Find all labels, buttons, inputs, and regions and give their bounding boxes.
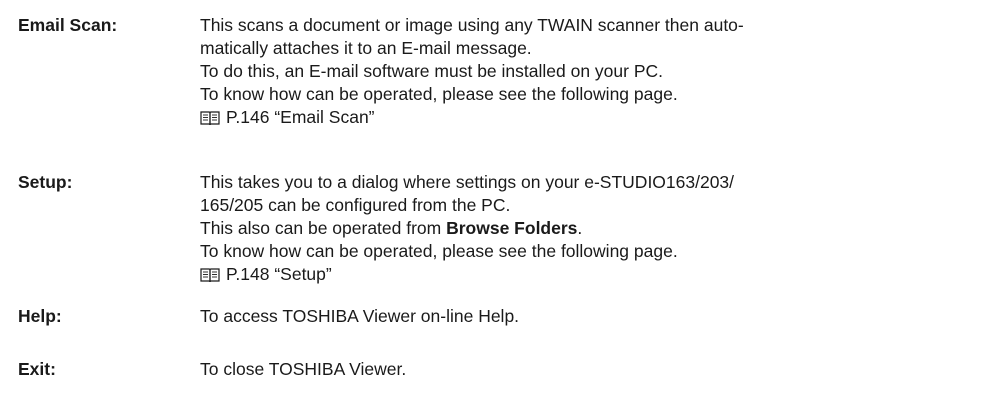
book-reference-icon [200, 109, 220, 132]
browse-folders-label: Browse Folders [446, 218, 578, 238]
description-line: To access TOSHIBA Viewer on-line Help. [200, 306, 520, 326]
description-line: To do this, an E-mail software must be i… [200, 61, 663, 81]
term-email-scan: Email Scan: [18, 15, 118, 35]
description-email-scan: This scans a document or image using any… [200, 14, 1000, 129]
browse-suffix: . [577, 218, 583, 238]
term-exit: Exit: [18, 359, 56, 379]
term-help: Help: [18, 306, 62, 326]
page-reference-label: P.148 “Setup” [226, 264, 332, 284]
browse-prefix: This also can be operated from [200, 218, 447, 238]
document-page: Email Scan: This scans a document or ima… [0, 0, 1004, 409]
description-line: To close TOSHIBA Viewer. [200, 359, 407, 379]
description-line-browse: This also can be operated from Browse Fo… [200, 217, 1000, 240]
page-reference-email-scan[interactable]: P.146 “Email Scan” [200, 106, 1000, 129]
description-exit: To close TOSHIBA Viewer. [200, 358, 1000, 381]
description-line: matically attaches it to an E-mail messa… [200, 38, 532, 58]
description-line: This scans a document or image using any… [200, 15, 744, 35]
description-line: To know how can be operated, please see … [200, 84, 678, 104]
description-line: 165/205 can be configured from the PC. [200, 195, 511, 215]
term-setup: Setup: [18, 172, 73, 192]
page-reference-label: P.146 “Email Scan” [226, 107, 375, 127]
description-line: To know how can be operated, please see … [200, 241, 678, 261]
description-line: This takes you to a dialog where setting… [200, 172, 735, 192]
book-reference-icon [200, 266, 220, 289]
description-help: To access TOSHIBA Viewer on-line Help. [200, 305, 1000, 328]
description-setup: This takes you to a dialog where setting… [200, 171, 1000, 286]
page-reference-setup[interactable]: P.148 “Setup” [200, 263, 1000, 286]
